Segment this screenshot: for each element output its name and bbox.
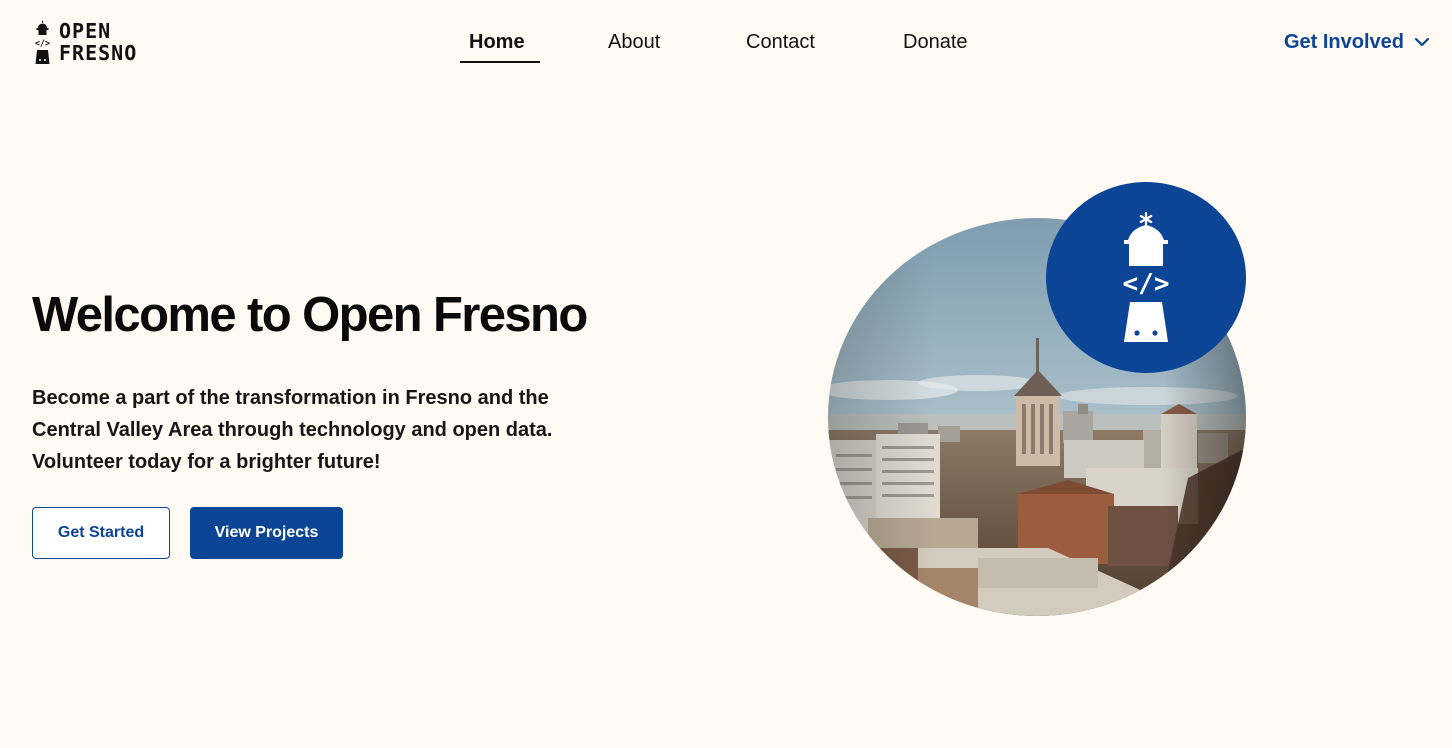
nav-active-indicator xyxy=(460,61,540,63)
nav-item-donate[interactable]: Donate xyxy=(903,29,968,55)
hero-title: Welcome to Open Fresno xyxy=(32,288,588,342)
nav-item-about[interactable]: About xyxy=(608,29,660,55)
svg-text:</>: </> xyxy=(1123,269,1170,299)
nav-item-contact[interactable]: Contact xyxy=(746,29,815,55)
nav-item-home[interactable]: Home xyxy=(469,29,525,55)
hero-description: Become a part of the transformation in F… xyxy=(32,387,553,473)
chevron-down-icon xyxy=(1414,37,1430,47)
main-nav: Home About Contact Donate xyxy=(0,29,1452,63)
get-involved-dropdown[interactable]: Get Involved xyxy=(1284,29,1430,55)
site-header: </> OPEN FRESNO Home About Contact Donat… xyxy=(0,0,1452,84)
get-involved-label: Get Involved xyxy=(1283,31,1404,53)
view-projects-button[interactable]: View Projects xyxy=(190,507,343,559)
get-started-button[interactable]: Get Started xyxy=(32,507,170,559)
lighthouse-code-icon: </> xyxy=(1046,182,1246,373)
